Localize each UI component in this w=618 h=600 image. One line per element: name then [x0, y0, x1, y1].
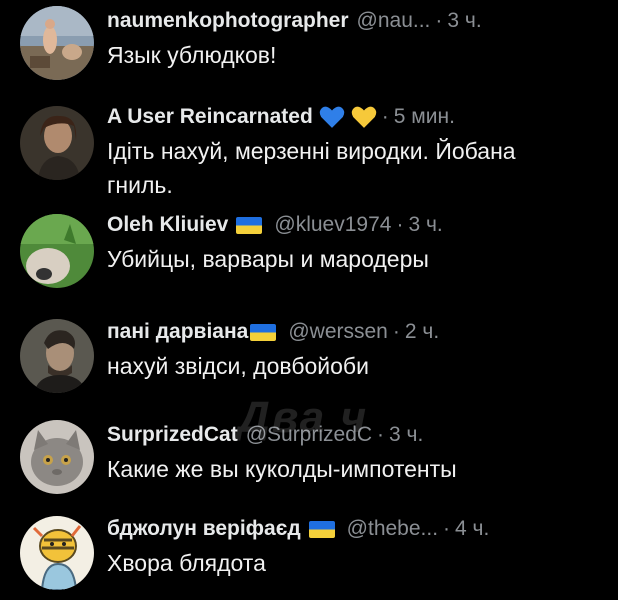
watermark: Два ч: [238, 393, 369, 442]
ukraine-flag-icon: [308, 520, 335, 538]
avatar[interactable]: [20, 516, 94, 590]
reply-text: Какие же вы куколды-импотенты: [107, 456, 457, 482]
avatar[interactable]: [20, 420, 94, 494]
timestamp[interactable]: 3 ч.: [408, 213, 442, 237]
separator-dot: ·: [392, 320, 400, 343]
grey-cat-avatar: [20, 420, 94, 494]
cat-in-grass-avatar: [20, 214, 94, 288]
painting-avatar: [20, 6, 94, 80]
timestamp[interactable]: 3 ч.: [389, 423, 423, 447]
separator-dot: ·: [443, 517, 451, 540]
ukraine-flag-icon: [236, 216, 263, 234]
user-handle[interactable]: @werssen: [288, 320, 388, 344]
separator-dot: ·: [377, 423, 385, 446]
cartoon-bee-avatar: [20, 516, 94, 590]
display-name[interactable]: naumenkophotographer: [107, 9, 349, 33]
man-portrait-avatar: [20, 319, 94, 393]
timestamp[interactable]: 2 ч.: [405, 320, 439, 344]
reply-text: нахуй звідси, довбойоби: [107, 353, 369, 379]
blue-heart-icon: [319, 105, 345, 129]
separator-dot: ·: [381, 105, 389, 128]
display-name[interactable]: A User Reincarnated: [107, 105, 313, 129]
woman-portrait-avatar: [20, 106, 94, 180]
separator-dot: ·: [435, 9, 443, 32]
user-handle[interactable]: @nau...: [357, 9, 431, 33]
timestamp[interactable]: 3 ч.: [447, 9, 481, 33]
separator-dot: ·: [396, 213, 404, 236]
avatar[interactable]: [20, 214, 94, 288]
reply-text: Хвора блядота: [107, 550, 266, 576]
avatar[interactable]: [20, 6, 94, 80]
display-name[interactable]: бджолун веріфаєд: [107, 517, 301, 541]
timestamp[interactable]: 4 ч.: [455, 517, 489, 541]
user-handle[interactable]: @kluev1974: [274, 213, 391, 237]
reply-text: Язык ублюдков!: [107, 42, 277, 68]
yellow-heart-icon: [351, 105, 377, 129]
avatar[interactable]: [20, 319, 94, 393]
display-name[interactable]: Oleh Kliuiev: [107, 213, 228, 237]
user-handle[interactable]: @thebe...: [347, 517, 438, 541]
display-name[interactable]: SurprizedCat: [107, 423, 238, 447]
reply-text: Убийцы, варвары и мародеры: [107, 246, 429, 272]
avatar[interactable]: [20, 106, 94, 180]
timestamp[interactable]: 5 мин.: [394, 105, 455, 129]
display-name[interactable]: пані дарвіана: [107, 320, 248, 344]
ukraine-flag-icon: [250, 323, 277, 341]
reply-text: Ідіть нахуй, мерзенні виродки. Йобана гн…: [107, 138, 516, 198]
